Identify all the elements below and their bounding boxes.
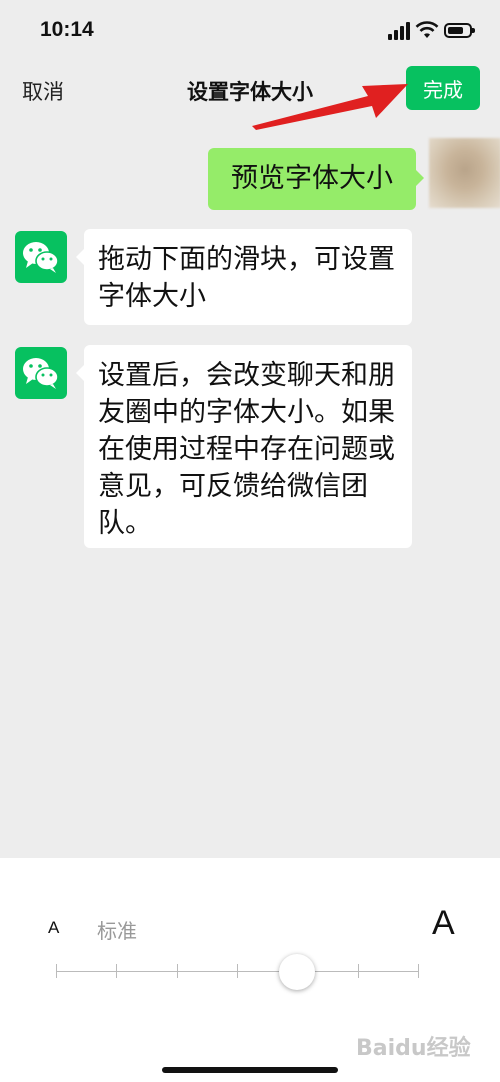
font-size-slider-thumb[interactable] [279, 954, 315, 990]
slider-tick[interactable] [237, 964, 238, 978]
wechat-avatar-icon [15, 347, 67, 399]
wifi-icon [415, 21, 439, 38]
watermark: Baidu经验 [356, 1036, 471, 1061]
slider-tick[interactable] [56, 964, 57, 978]
slider-tick[interactable] [177, 964, 178, 978]
battery-icon [444, 23, 475, 38]
slider-tick[interactable] [418, 964, 419, 978]
cancel-button[interactable]: 取消 [22, 76, 64, 106]
large-font-label: A [432, 904, 455, 942]
slider-tick[interactable] [358, 964, 359, 978]
annotation-arrow-icon [252, 84, 408, 130]
status-time: 10:14 [40, 18, 94, 41]
small-font-label: A [48, 918, 60, 937]
done-button[interactable]: 完成 [406, 66, 480, 110]
received-message: 拖动下面的滑块，可设置字体大小 [76, 229, 412, 325]
wechat-avatar-icon [15, 231, 67, 283]
current-size-label: 标准 [97, 919, 137, 943]
status-bar: 10:14 [0, 0, 500, 62]
received-message: 设置后，会改变聊天和朋友圈中的字体大小。如果在使用过程中存在问题或意见，可反馈给… [76, 345, 412, 548]
user-avatar [429, 138, 500, 208]
cellular-signal-icon [388, 22, 410, 40]
preview-sent-message: 预览字体大小 [208, 148, 424, 210]
home-indicator [162, 1067, 338, 1073]
slider-tick[interactable] [116, 964, 117, 978]
